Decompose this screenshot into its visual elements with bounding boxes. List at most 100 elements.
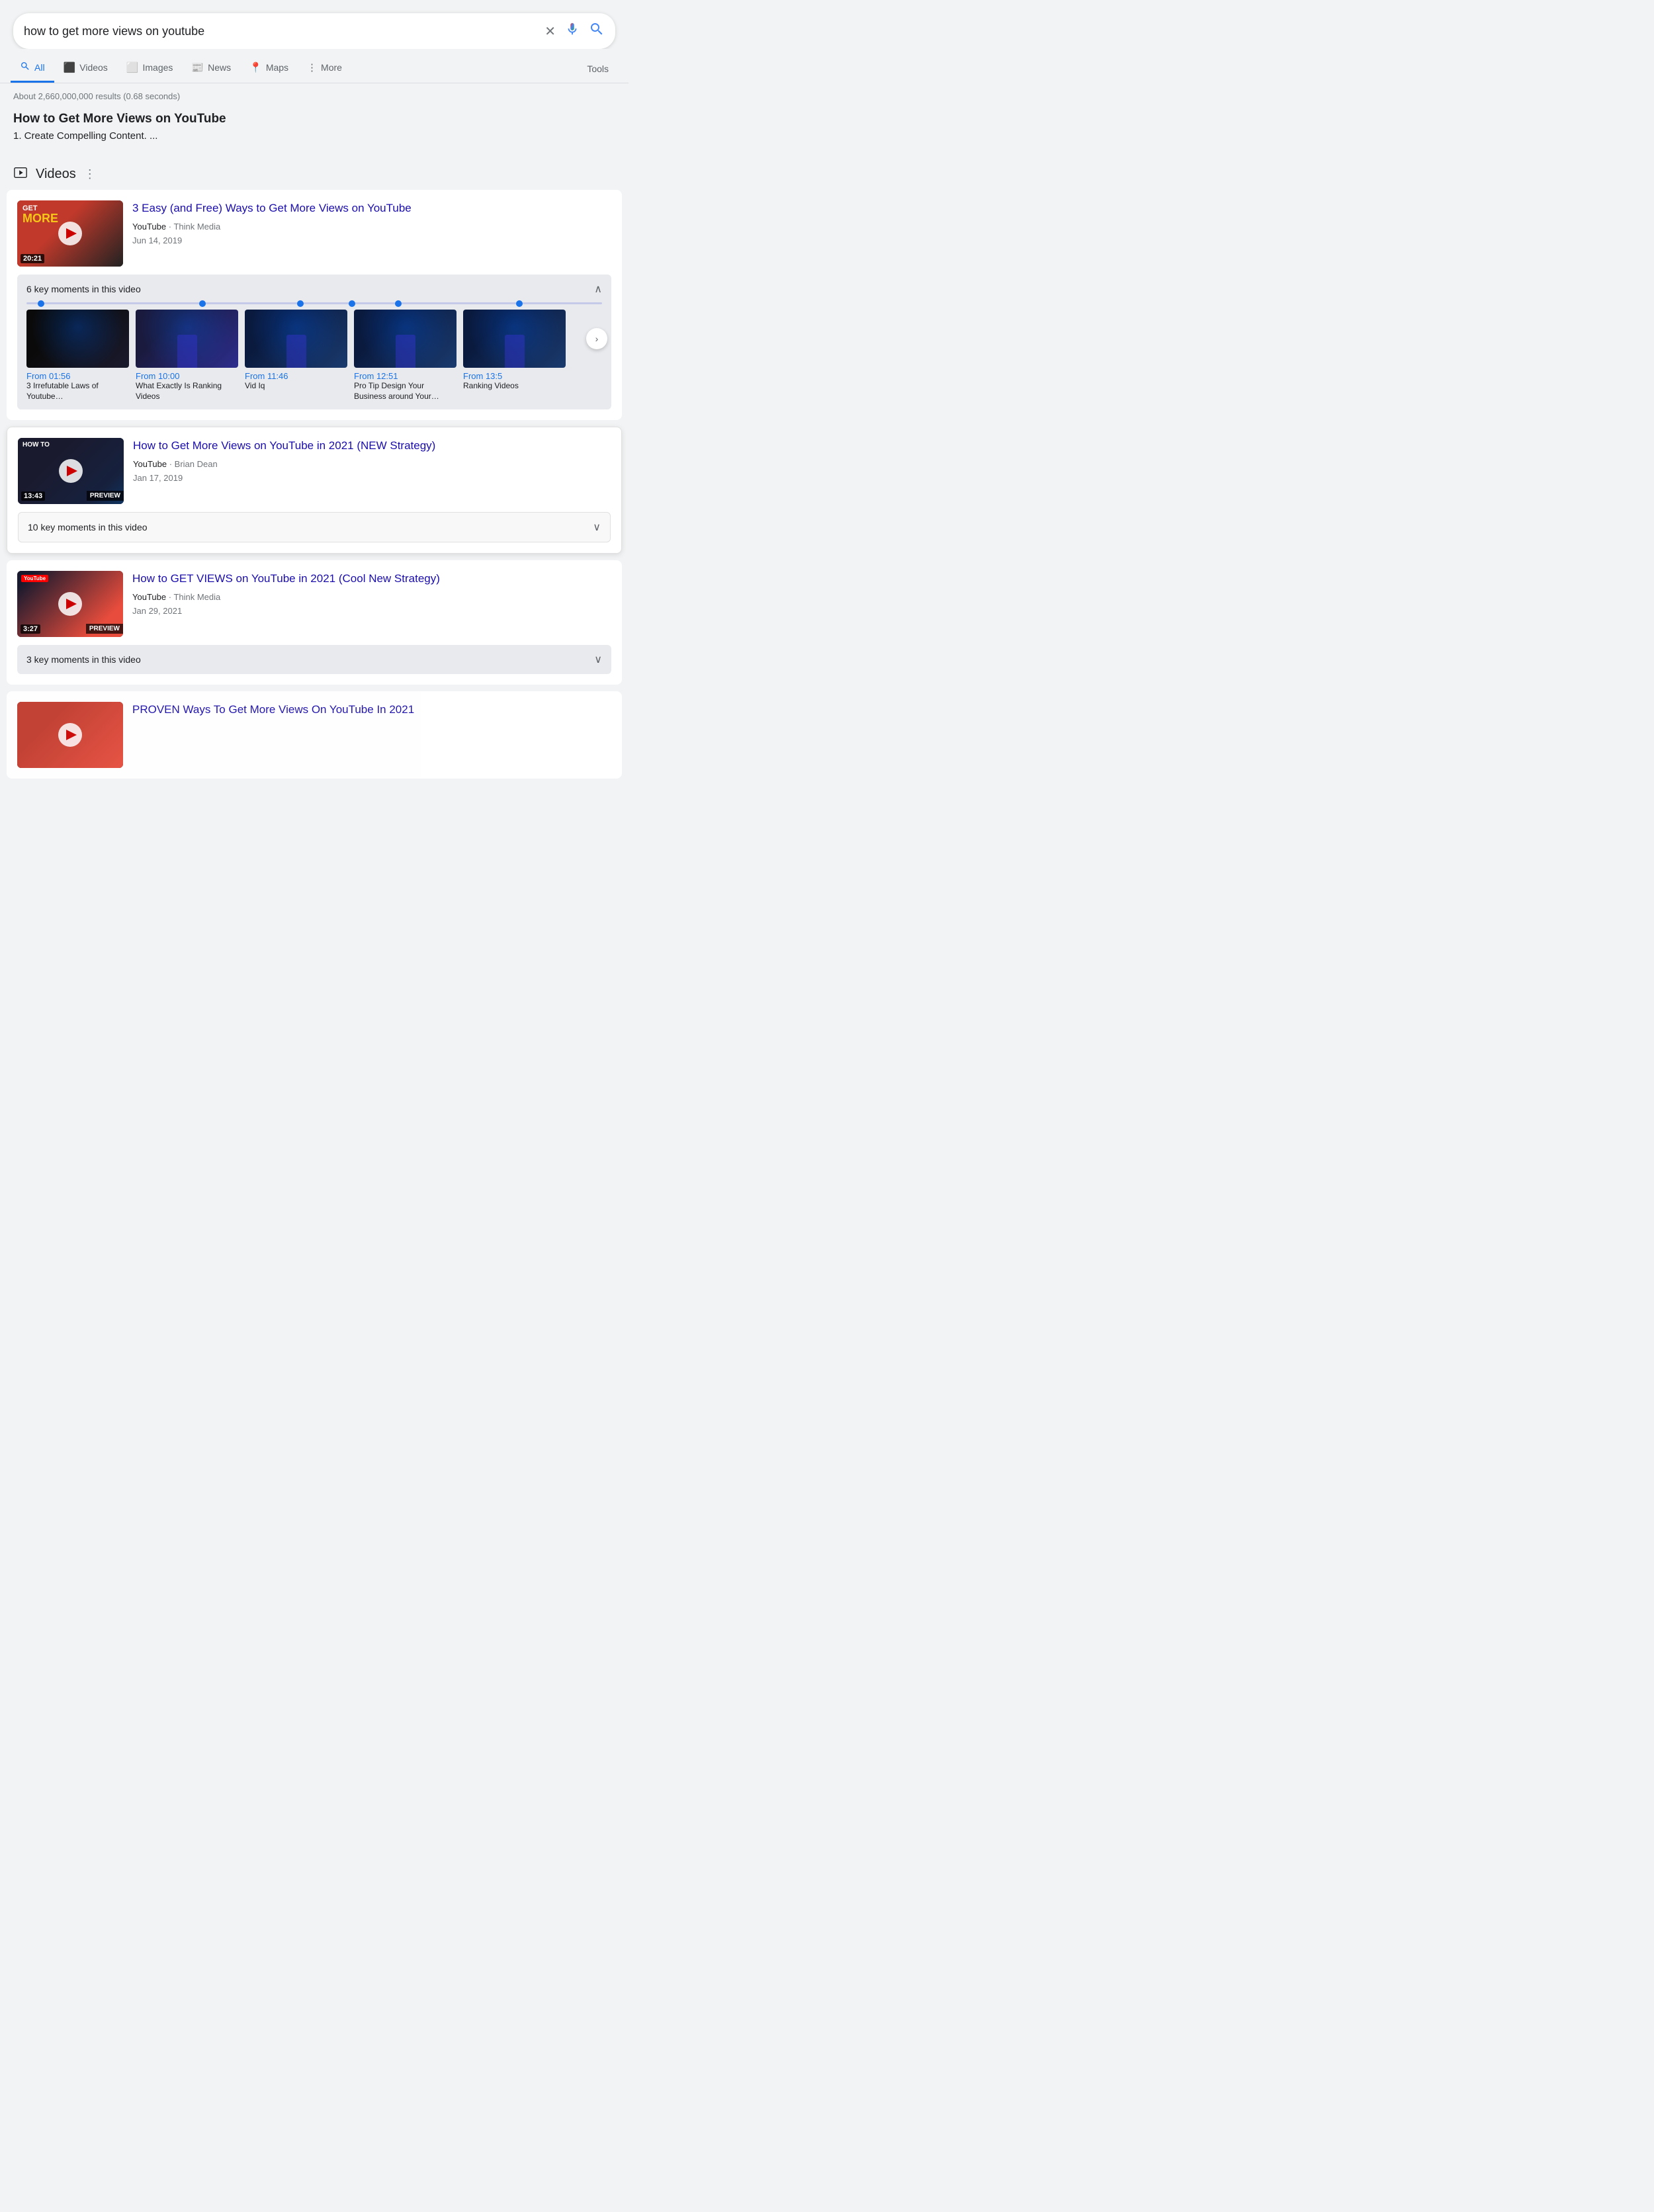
video-card-4: PROVEN Ways To Get More Views On YouTube… xyxy=(7,691,622,779)
key-moments-1-chevron-up[interactable]: ∧ xyxy=(594,282,602,296)
tab-news[interactable]: 📰 News xyxy=(182,55,240,82)
key-moments-3-chevron-down[interactable]: ∨ xyxy=(594,653,602,666)
video-1-duration: 20:21 xyxy=(21,254,44,263)
km-item-5[interactable]: From 13:5 Ranking Videos xyxy=(463,310,566,402)
video-card-3-inner: YouTube 3:27 PREVIEW How to GET VIEWS on… xyxy=(17,571,611,637)
results-info: About 2,660,000,000 results (0.68 second… xyxy=(0,83,629,105)
video-1-info: 3 Easy (and Free) Ways to Get More Views… xyxy=(132,200,611,247)
tab-images[interactable]: ⬜ Images xyxy=(117,55,183,82)
video-2-channel: Brian Dean xyxy=(175,459,218,469)
video-card-1-inner: GET MORE 20:21 3 Easy (and Free) Ways to… xyxy=(17,200,611,267)
km-from-4: From 12:51 xyxy=(354,371,457,381)
search-bar-container: how to get more views on youtube ✕ xyxy=(0,0,629,49)
tab-videos[interactable]: ⬛ Videos xyxy=(54,55,117,82)
video-2-preview-badge: PREVIEW xyxy=(87,491,124,501)
video-3-meta: YouTube · Think Media Jan 29, 2021 xyxy=(132,591,611,618)
progress-dot-4 xyxy=(349,300,355,307)
more-text: MORE xyxy=(22,212,58,224)
progress-dot-3 xyxy=(297,300,304,307)
video-3-play-button[interactable] xyxy=(58,592,82,616)
tab-more-label: More xyxy=(321,62,342,73)
progress-line-1 xyxy=(26,302,602,304)
key-moments-3: 3 key moments in this video ∨ xyxy=(17,645,611,674)
progress-line-wrap-1 xyxy=(26,302,602,304)
featured-snippet: How to Get More Views on YouTube 1. Crea… xyxy=(0,105,629,152)
km-label-3: Vid Iq xyxy=(245,381,347,392)
videos-section-icon xyxy=(13,165,28,183)
video-card-3: YouTube 3:27 PREVIEW How to GET VIEWS on… xyxy=(7,560,622,685)
video-2-meta: YouTube · Brian Dean Jan 17, 2019 xyxy=(133,458,611,486)
tab-images-label: Images xyxy=(143,62,173,73)
km-item-4[interactable]: From 12:51 Pro Tip Design Your Business … xyxy=(354,310,457,402)
key-moments-3-header[interactable]: 3 key moments in this video ∨ xyxy=(26,653,602,666)
video-2-date: Jan 17, 2019 xyxy=(133,473,183,483)
tab-all[interactable]: All xyxy=(11,54,54,83)
km-label-5: Ranking Videos xyxy=(463,381,566,392)
search-input[interactable]: how to get more views on youtube xyxy=(24,24,538,38)
videos-section-more-icon[interactable]: ⋮ xyxy=(84,167,96,181)
km-next-arrow[interactable]: › xyxy=(586,328,607,349)
km-thumb-4 xyxy=(354,310,457,368)
mic-icon[interactable] xyxy=(565,22,580,40)
video-2-title[interactable]: How to Get More Views on YouTube in 2021… xyxy=(133,438,611,454)
video-3-thumbnail[interactable]: YouTube 3:27 PREVIEW xyxy=(17,571,123,637)
km-item-2[interactable]: From 10:00 What Exactly Is Ranking Video… xyxy=(136,310,238,402)
km-label-4: Pro Tip Design Your Business around Your… xyxy=(354,381,457,402)
video-1-title[interactable]: 3 Easy (and Free) Ways to Get More Views… xyxy=(132,200,611,216)
video-4-info: PROVEN Ways To Get More Views On YouTube… xyxy=(132,702,611,718)
video-4-play-button[interactable] xyxy=(58,723,82,747)
tab-all-label: All xyxy=(34,62,45,73)
video-2-thumbnail[interactable]: HOW TO 13:43 PREVIEW xyxy=(18,438,124,504)
km-item-1[interactable]: From 01:56 3 Irrefutable Laws of Youtube… xyxy=(26,310,129,402)
video-1-channel: Think Media xyxy=(173,222,220,232)
search-icon[interactable] xyxy=(589,21,605,41)
video-card-2: HOW TO 13:43 PREVIEW How to Get More Vie… xyxy=(7,427,622,554)
km-thumb-1 xyxy=(26,310,129,368)
news-tab-icon: 📰 xyxy=(191,62,204,73)
video-3-title[interactable]: How to GET VIEWS on YouTube in 2021 (Coo… xyxy=(132,571,611,587)
key-moments-1-label: 6 key moments in this video xyxy=(26,284,141,294)
video-1-source: YouTube xyxy=(132,222,166,232)
tab-more[interactable]: ⋮ More xyxy=(298,55,351,82)
video-3-channel: Think Media xyxy=(173,592,220,602)
km-label-2: What Exactly Is Ranking Videos xyxy=(136,381,238,402)
video-2-source: YouTube xyxy=(133,459,167,469)
video-4-title[interactable]: PROVEN Ways To Get More Views On YouTube… xyxy=(132,702,611,718)
videos-section-title: Videos xyxy=(36,167,76,182)
video-card-1: GET MORE 20:21 3 Easy (and Free) Ways to… xyxy=(7,190,622,420)
key-moments-3-label: 3 key moments in this video xyxy=(26,654,141,665)
video-2-duration: 13:43 xyxy=(21,491,45,501)
search-icons: ✕ xyxy=(544,21,605,41)
video-2-play-button[interactable] xyxy=(59,459,83,483)
key-moments-2-header[interactable]: 10 key moments in this video ∨ xyxy=(28,521,601,534)
key-moments-2-chevron-down[interactable]: ∨ xyxy=(593,521,601,534)
video-1-play-button[interactable] xyxy=(58,222,82,245)
key-moments-1: 6 key moments in this video ∧ xyxy=(17,275,611,409)
all-icon xyxy=(20,61,30,74)
video-2-info: How to Get More Views on YouTube in 2021… xyxy=(133,438,611,485)
tools-button[interactable]: Tools xyxy=(578,57,618,81)
key-moments-2-label: 10 key moments in this video xyxy=(28,522,148,532)
video-1-meta: YouTube · Think Media Jun 14, 2019 xyxy=(132,220,611,248)
video-1-thumbnail[interactable]: GET MORE 20:21 xyxy=(17,200,123,267)
how-to-text: HOW TO xyxy=(22,441,50,448)
km-from-1: From 01:56 xyxy=(26,371,129,381)
snippet-title: How to Get More Views on YouTube xyxy=(13,112,615,126)
km-thumb-3 xyxy=(245,310,347,368)
search-bar: how to get more views on youtube ✕ xyxy=(13,13,615,49)
video-2-separator: · xyxy=(169,459,175,469)
key-moments-grid-1: From 01:56 3 Irrefutable Laws of Youtube… xyxy=(26,310,602,402)
km-label-1: 3 Irrefutable Laws of Youtube… xyxy=(26,381,129,402)
tab-maps[interactable]: 📍 Maps xyxy=(240,55,298,82)
video-3-preview-badge: PREVIEW xyxy=(86,624,123,634)
yt-logo-box: YouTube xyxy=(21,575,48,582)
key-moments-grid-wrap: From 01:56 3 Irrefutable Laws of Youtube… xyxy=(26,310,602,402)
clear-icon[interactable]: ✕ xyxy=(544,23,556,40)
images-tab-icon: ⬜ xyxy=(126,62,139,73)
km-from-3: From 11:46 xyxy=(245,371,347,381)
km-from-5: From 13:5 xyxy=(463,371,566,381)
video-4-thumbnail[interactable] xyxy=(17,702,123,768)
km-item-3[interactable]: From 11:46 Vid Iq xyxy=(245,310,347,402)
key-moments-1-header[interactable]: 6 key moments in this video ∧ xyxy=(26,282,602,296)
progress-dot-5 xyxy=(395,300,402,307)
